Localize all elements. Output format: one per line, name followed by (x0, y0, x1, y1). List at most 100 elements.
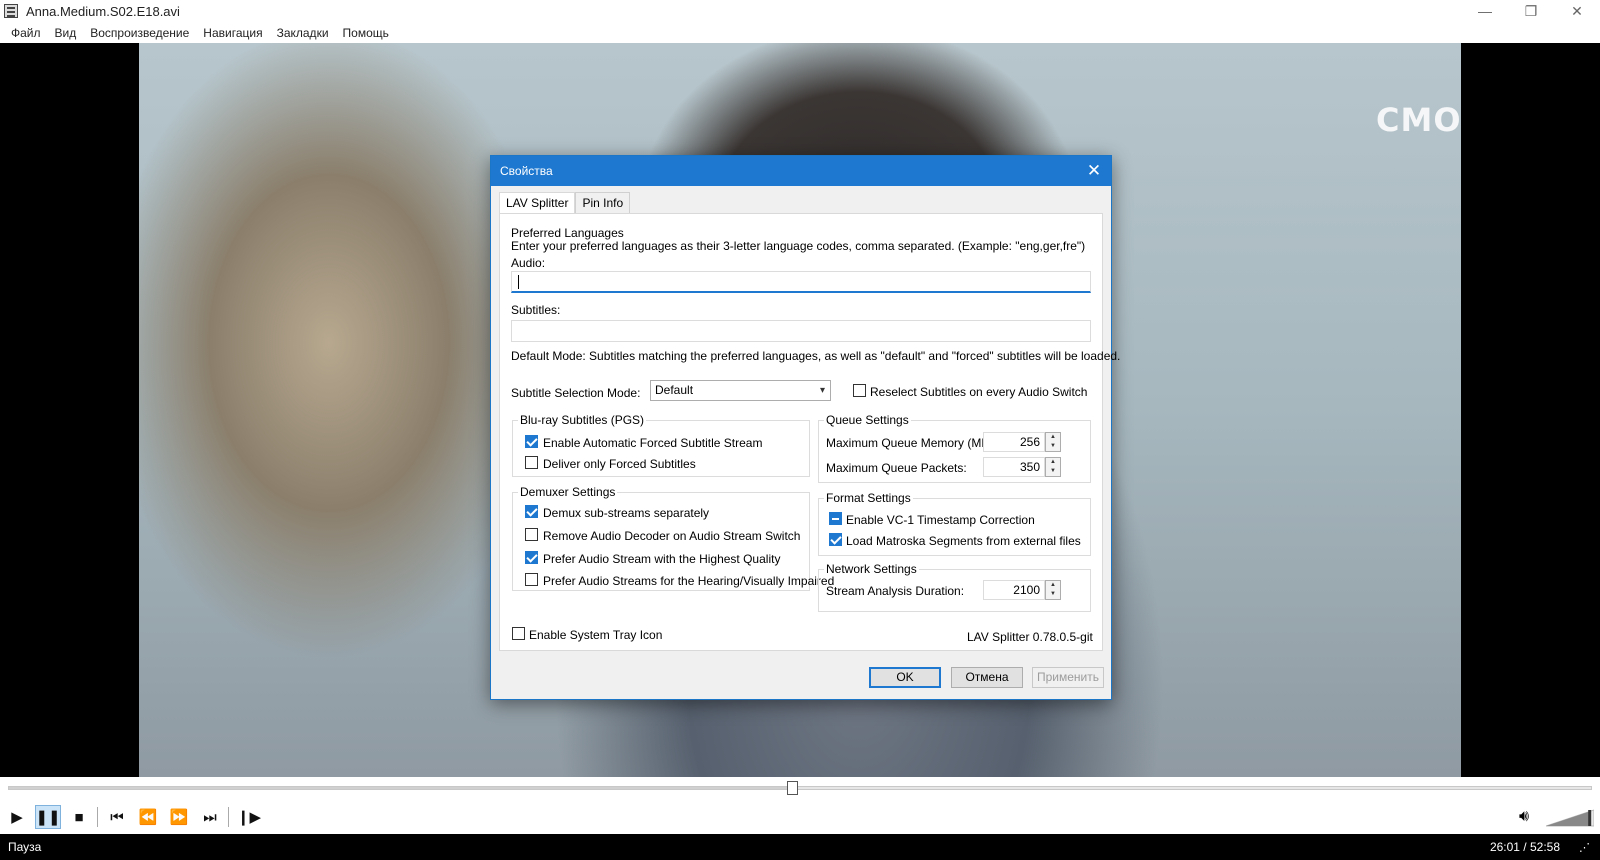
deliver-forced-only-checkbox[interactable] (525, 456, 538, 469)
properties-dialog: Свойства ✕ LAV Splitter Pin Info Preferr… (490, 155, 1120, 700)
volume-icon[interactable]: 🔊︎ (1511, 805, 1537, 829)
spin-down-icon[interactable]: ▼ (1046, 467, 1060, 476)
title-bar: Anna.Medium.S02.E18.avi — ❐ ✕ (0, 0, 1600, 22)
demux-substreams-label: Demux sub-streams separately (543, 506, 710, 520)
close-window-button[interactable]: ✕ (1554, 0, 1600, 22)
frame-step-icon[interactable]: ❙▶ (236, 805, 262, 829)
max-queue-memory-arrows[interactable]: ▲ ▼ (1045, 432, 1061, 452)
player-controls: ▶ ❚❚ ■ ⏮ ⏪ ⏩ ⏭ ❙▶ 🔊︎ (0, 777, 1600, 834)
subtitle-selection-mode-select[interactable]: Default ▾ (650, 380, 831, 401)
seek-handle[interactable] (787, 781, 799, 795)
chevron-down-icon: ▾ (819, 385, 825, 396)
max-queue-memory-spinner[interactable]: 256 ▲ ▼ (983, 432, 1063, 452)
volume-slider[interactable] (1546, 809, 1594, 827)
max-queue-packets-label: Maximum Queue Packets: (826, 461, 967, 475)
lav-splitter-page: Preferred Languages Enter your preferred… (499, 213, 1120, 651)
subtitles-label: Subtitles: (511, 303, 561, 317)
max-queue-packets-arrows[interactable]: ▲ ▼ (1045, 457, 1061, 477)
queue-settings-title: Queue Settings (824, 413, 911, 427)
menu-file[interactable]: Файл (4, 26, 48, 40)
deliver-forced-only-label: Deliver only Forced Subtitles (543, 457, 696, 471)
stop-icon[interactable]: ■ (66, 805, 92, 829)
enable-forced-subtitle-label: Enable Automatic Forced Subtitle Stream (543, 436, 763, 450)
max-queue-packets-spinner[interactable]: 350 ▲ ▼ (983, 457, 1063, 477)
audio-languages-input[interactable] (511, 271, 1091, 293)
prefer-highest-quality-checkbox[interactable] (525, 551, 538, 564)
ok-button[interactable]: OK (869, 667, 941, 688)
reselect-subtitles-checkbox[interactable] (853, 384, 866, 397)
stream-analysis-spinner[interactable]: 2100 ▲ ▼ (983, 580, 1063, 600)
toolbar-separator (228, 807, 229, 827)
system-tray-checkbox[interactable] (512, 627, 525, 640)
menu-help[interactable]: Помощь (336, 26, 396, 40)
stream-analysis-arrows[interactable]: ▲ ▼ (1045, 580, 1061, 600)
reselect-subtitles-label: Reselect Subtitles on every Audio Switch (870, 385, 1088, 399)
spin-down-icon[interactable]: ▼ (1046, 590, 1060, 599)
subtitle-selection-mode-value: Default (655, 383, 694, 397)
seek-bar[interactable] (8, 781, 1592, 795)
system-tray-label: Enable System Tray Icon (529, 628, 663, 642)
status-bar: Пауза 26:01 / 52:58 ⋰ (0, 834, 1600, 860)
audio-label: Audio: (511, 256, 546, 270)
menu-view[interactable]: Вид (48, 26, 84, 40)
apply-button[interactable]: Применить (1032, 667, 1104, 688)
bluray-subtitles-title: Blu-ray Subtitles (PGS) (518, 413, 647, 427)
menu-navigation[interactable]: Навигация (196, 26, 269, 40)
vc1-timestamp-label: Enable VC-1 Timestamp Correction (846, 513, 1035, 527)
text-caret (518, 275, 519, 289)
skip-forward-icon[interactable]: ⏭ (197, 805, 223, 829)
enable-forced-subtitle-checkbox[interactable] (525, 435, 538, 448)
network-settings-title: Network Settings (824, 562, 919, 576)
dialog-title: Свойства (500, 164, 553, 178)
fast-forward-icon[interactable]: ⏩ (166, 805, 192, 829)
remove-audio-decoder-label: Remove Audio Decoder on Audio Stream Swi… (543, 529, 801, 543)
max-queue-packets-value[interactable]: 350 (983, 457, 1045, 477)
stream-analysis-value[interactable]: 2100 (983, 580, 1045, 600)
rewind-icon[interactable]: ⏪ (135, 805, 161, 829)
time-display: 26:01 / 52:58 (1489, 840, 1560, 854)
cancel-button[interactable]: Отмена (951, 667, 1023, 688)
matroska-segments-checkbox[interactable] (829, 533, 842, 546)
subtitle-selection-mode-label: Subtitle Selection Mode: (511, 386, 641, 400)
dialog-tabs: LAV Splitter Pin Info (499, 192, 631, 215)
prefer-impaired-streams-label: Prefer Audio Streams for the Hearing/Vis… (543, 574, 835, 588)
tab-lav-splitter[interactable]: LAV Splitter (499, 192, 576, 215)
vc1-timestamp-checkbox[interactable] (829, 512, 842, 525)
remove-audio-decoder-checkbox[interactable] (525, 528, 538, 541)
dialog-close-button[interactable]: ✕ (1077, 156, 1111, 186)
playback-status: Пауза (8, 840, 42, 854)
play-icon[interactable]: ▶ (4, 805, 30, 829)
format-settings-title: Format Settings (824, 491, 913, 505)
menu-playback[interactable]: Воспроизведение (83, 26, 196, 40)
demux-substreams-checkbox[interactable] (525, 505, 538, 518)
menu-bar: Файл Вид Воспроизведение Навигация Закла… (0, 22, 1600, 43)
prefer-highest-quality-label: Prefer Audio Stream with the Highest Qua… (543, 552, 781, 566)
default-mode-text: Default Mode: Subtitles matching the pre… (511, 349, 1121, 363)
channel-watermark: СМОТРИМ (1376, 101, 1461, 139)
preferred-languages-label: Preferred Languages (511, 226, 624, 240)
toolbar-separator (97, 807, 98, 827)
window-title: Anna.Medium.S02.E18.avi (26, 3, 180, 19)
spin-up-icon[interactable]: ▲ (1046, 433, 1060, 442)
resize-grip-icon[interactable]: ⋰ (1579, 841, 1590, 854)
seek-progress (9, 787, 793, 789)
preferred-languages-hint: Enter your preferred languages as their … (511, 239, 1086, 253)
spin-up-icon[interactable]: ▲ (1046, 458, 1060, 467)
tab-pin-info[interactable]: Pin Info (575, 192, 631, 214)
version-label: LAV Splitter 0.78.0.5-git (967, 630, 1093, 644)
stream-analysis-label: Stream Analysis Duration: (826, 584, 965, 598)
restore-button[interactable]: ❐ (1508, 0, 1554, 22)
max-queue-memory-label: Maximum Queue Memory (MB): (826, 436, 997, 450)
prefer-impaired-streams-checkbox[interactable] (525, 573, 538, 586)
menu-bookmarks[interactable]: Закладки (270, 26, 336, 40)
skip-back-icon[interactable]: ⏮ (104, 805, 130, 829)
max-queue-memory-value[interactable]: 256 (983, 432, 1045, 452)
pause-icon[interactable]: ❚❚ (35, 805, 61, 829)
subtitle-languages-input[interactable] (511, 320, 1091, 342)
minimize-button[interactable]: — (1462, 0, 1508, 22)
demuxer-settings-title: Demuxer Settings (518, 485, 618, 499)
spin-down-icon[interactable]: ▼ (1046, 442, 1060, 451)
spin-up-icon[interactable]: ▲ (1046, 581, 1060, 590)
app-icon (4, 4, 18, 18)
dialog-title-bar: Свойства ✕ (491, 156, 1111, 186)
